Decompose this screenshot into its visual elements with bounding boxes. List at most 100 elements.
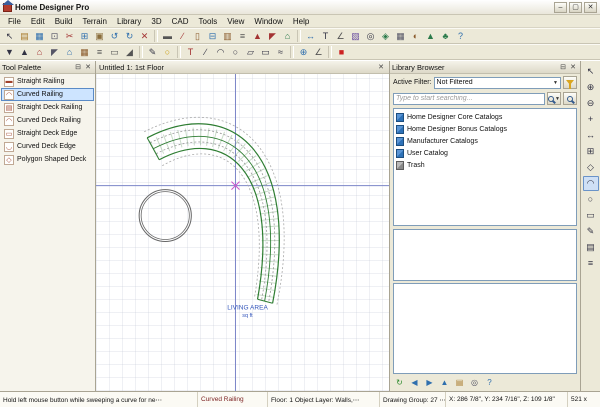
library-preview-icon[interactable]: ◎ — [468, 377, 481, 390]
menu-edit[interactable]: Edit — [26, 17, 50, 26]
minimize-button[interactable]: – — [554, 2, 567, 13]
text-icon[interactable]: T — [318, 29, 333, 43]
floor-down-icon[interactable]: ▼ — [2, 45, 17, 59]
palette-pin-icon[interactable]: ⊟ — [73, 62, 83, 72]
paste-icon[interactable]: ▣ — [92, 29, 107, 43]
draw-circle-icon[interactable]: ○ — [228, 45, 243, 59]
roof-icon[interactable]: ◤ — [265, 29, 280, 43]
library-back-icon[interactable]: ◀ — [408, 377, 421, 390]
palette-item-curved-deck-railing[interactable]: ◠ Curved Deck Railing — [1, 114, 94, 127]
material-eyedropper-icon[interactable]: ✎ — [145, 45, 160, 59]
floor-reference-icon[interactable]: ⌂ — [32, 45, 47, 59]
build-roof-icon[interactable]: ◤ — [47, 45, 62, 59]
library-close-icon[interactable]: ✕ — [568, 62, 578, 72]
tree-item-trash[interactable]: Trash — [396, 159, 574, 171]
print-icon[interactable]: ⊡ — [47, 29, 62, 43]
draw-box-icon[interactable]: ▭ — [258, 45, 273, 59]
delete-icon[interactable]: ✕ — [137, 29, 152, 43]
strip-circle-icon[interactable]: ○ — [583, 192, 599, 207]
close-button[interactable]: ✕ — [584, 2, 597, 13]
library-search-input[interactable] — [393, 93, 545, 105]
palette-item-polygon-shaped-deck[interactable]: ◇ Polygon Shaped Deck — [1, 153, 94, 166]
library-folder-icon[interactable]: ▤ — [453, 377, 466, 390]
menu-tools[interactable]: Tools — [194, 17, 223, 26]
strip-select-icon[interactable]: ↖ — [583, 64, 599, 79]
library-help-icon[interactable]: ? — [483, 377, 496, 390]
cabinet-icon[interactable]: ▥ — [220, 29, 235, 43]
strip-snap-icon[interactable]: ◇ — [583, 160, 599, 175]
refresh-library-icon[interactable]: ↻ — [393, 377, 406, 390]
strip-zoom-out-icon[interactable]: ⊖ — [583, 96, 599, 111]
draw-arc-icon[interactable]: ◠ — [213, 45, 228, 59]
library-forward-icon[interactable]: ▶ — [423, 377, 436, 390]
search-button[interactable] — [563, 92, 577, 105]
framing-icon[interactable]: ▦ — [77, 45, 92, 59]
full-overview-icon[interactable]: ◈ — [378, 29, 393, 43]
tree-item-core-catalogs[interactable]: Home Designer Core Catalogs — [396, 111, 574, 123]
draw-polyline-icon[interactable]: ▱ — [243, 45, 258, 59]
terrain-icon[interactable]: ▲ — [423, 29, 438, 43]
palette-item-curved-deck-edge[interactable]: ◡ Curved Deck Edge — [1, 140, 94, 153]
maximize-button[interactable]: ▢ — [569, 2, 582, 13]
dimension-icon[interactable]: ↔ — [303, 29, 318, 43]
menu-terrain[interactable]: Terrain — [77, 17, 111, 26]
break-wall-icon[interactable]: ∕ — [175, 29, 190, 43]
landing-icon[interactable]: ▭ — [107, 45, 122, 59]
menu-view[interactable]: View — [222, 17, 249, 26]
select-objects-icon[interactable]: ↖ — [2, 29, 17, 43]
cad-line-icon[interactable]: ∠ — [333, 29, 348, 43]
menu-file[interactable]: File — [3, 17, 26, 26]
active-filter-dropdown[interactable]: Not Filtered ▼ — [434, 77, 561, 89]
build-stairs-icon[interactable]: ≡ — [92, 45, 107, 59]
library-up-icon[interactable]: ▲ — [438, 377, 451, 390]
draw-spline-icon[interactable]: ≈ — [273, 45, 288, 59]
plan-view-icon[interactable]: ▦ — [393, 29, 408, 43]
materials-icon[interactable]: ◐ — [408, 29, 423, 43]
record-walkthrough-icon[interactable]: ■ — [334, 45, 349, 59]
camera-icon[interactable]: ◎ — [363, 29, 378, 43]
input-point-icon[interactable]: ⊕ — [296, 45, 311, 59]
search-options-button[interactable]: ▼ — [547, 92, 561, 105]
strip-arc-icon[interactable]: ◠ — [583, 176, 599, 191]
drawing-close-icon[interactable]: ✕ — [376, 62, 386, 72]
strip-measure-icon[interactable]: ↔ — [583, 128, 599, 143]
strip-settings-icon[interactable]: ≡ — [583, 256, 599, 271]
floor-up-icon[interactable]: ▲ — [17, 45, 32, 59]
undo-icon[interactable]: ↺ — [107, 29, 122, 43]
redo-icon[interactable]: ↻ — [122, 29, 137, 43]
menu-help[interactable]: Help — [288, 17, 314, 26]
auto-dormer-icon[interactable]: ⌂ — [62, 45, 77, 59]
door-icon[interactable]: ▯ — [190, 29, 205, 43]
text-tool-icon[interactable]: T — [183, 45, 198, 59]
save-plan-icon[interactable]: ▦ — [32, 29, 47, 43]
strip-zoom-in-icon[interactable]: ⊕ — [583, 80, 599, 95]
strip-grid-icon[interactable]: ⊞ — [583, 144, 599, 159]
tree-item-user-catalog[interactable]: User Catalog — [396, 147, 574, 159]
tree-item-bonus-catalogs[interactable]: Home Designer Bonus Catalogs — [396, 123, 574, 135]
menu-cad[interactable]: CAD — [167, 17, 194, 26]
draw-wall-icon[interactable]: ▬ — [160, 29, 175, 43]
floor-plan-drawing[interactable]: LIVING AREA sq ft — [96, 74, 389, 391]
menu-3d[interactable]: 3D — [146, 17, 166, 26]
strip-edit-icon[interactable]: ✎ — [583, 224, 599, 239]
plant-icon[interactable]: ♣ — [438, 29, 453, 43]
draw-line-icon[interactable]: ∕ — [198, 45, 213, 59]
cut-icon[interactable]: ✂ — [62, 29, 77, 43]
floor-plan-canvas[interactable]: LIVING AREA sq ft — [96, 74, 389, 391]
ramp-icon[interactable]: ◢ — [122, 45, 137, 59]
curved-railing-shape[interactable] — [144, 117, 284, 306]
angle-snap-icon[interactable]: ∠ — [311, 45, 326, 59]
palette-item-straight-deck-edge[interactable]: ▭ Straight Deck Edge — [1, 127, 94, 140]
palette-item-curved-railing[interactable]: ◠ Curved Railing — [1, 88, 94, 101]
palette-item-straight-railing[interactable]: ▬ Straight Railing — [1, 75, 94, 88]
menu-library[interactable]: Library — [112, 17, 146, 26]
library-icon[interactable]: ▧ — [348, 29, 363, 43]
palette-item-straight-deck-railing[interactable]: ▤ Straight Deck Railing — [1, 101, 94, 114]
adjust-lights-icon[interactable]: ○ — [160, 45, 175, 59]
filter-button[interactable] — [563, 76, 577, 89]
copy-icon[interactable]: ⊞ — [77, 29, 92, 43]
fireplace-icon[interactable]: ▲ — [250, 29, 265, 43]
strip-layers-icon[interactable]: ▤ — [583, 240, 599, 255]
menu-build[interactable]: Build — [50, 17, 78, 26]
room-divider-icon[interactable]: ⌂ — [280, 29, 295, 43]
